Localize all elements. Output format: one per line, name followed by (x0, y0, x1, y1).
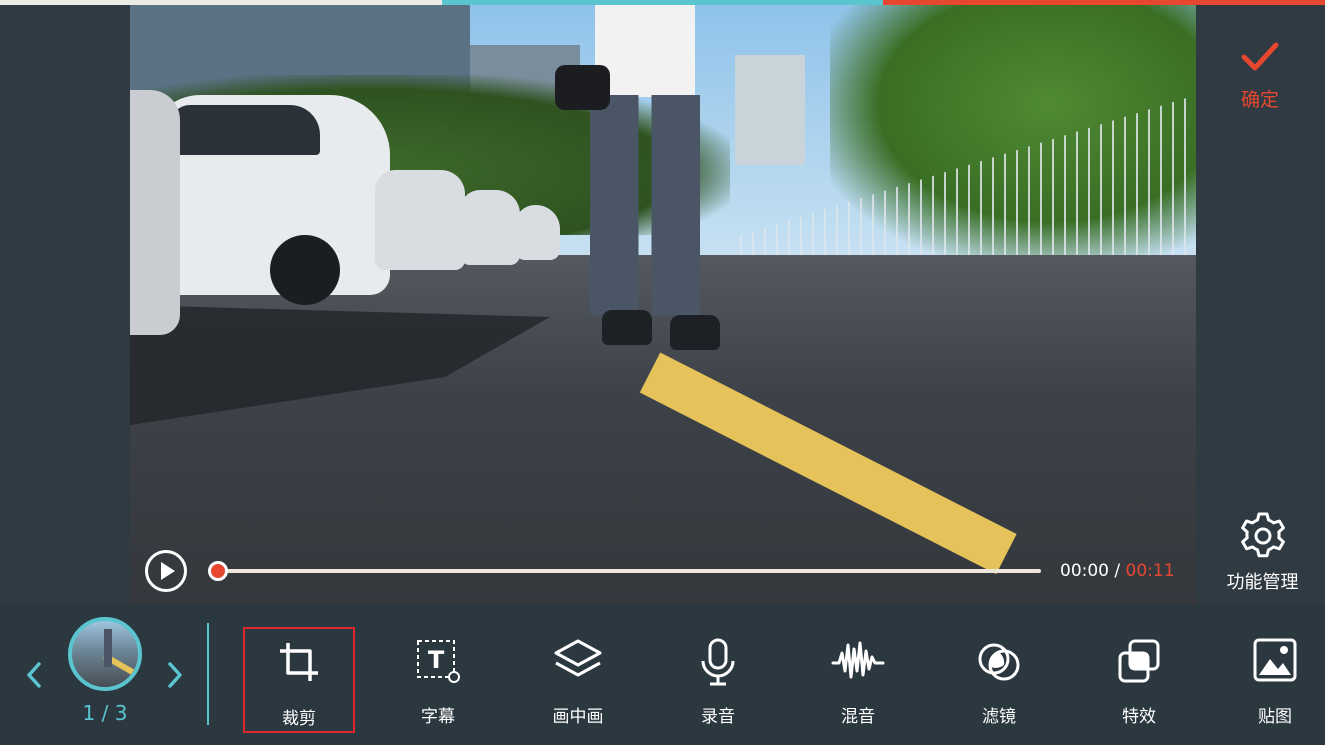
toolbar-divider (207, 623, 209, 725)
tool-effects[interactable]: 特效 (1083, 627, 1195, 733)
image-icon (1253, 638, 1297, 682)
tool-record[interactable]: 录音 (662, 627, 774, 733)
tool-sticker[interactable]: 贴图 (1225, 627, 1325, 733)
tool-label: 录音 (701, 707, 735, 727)
layers-icon (554, 639, 602, 677)
microphone-icon (701, 638, 735, 686)
function-manage-label: 功能管理 (1226, 572, 1299, 593)
progress-knob[interactable] (208, 561, 228, 581)
chevron-left-icon (27, 662, 41, 688)
tool-crop[interactable]: 裁剪 (243, 627, 355, 733)
tool-mix[interactable]: 混音 (802, 627, 914, 733)
tool-label: 裁剪 (282, 709, 316, 729)
tool-label: 混音 (841, 707, 875, 727)
tool-subtitle[interactable]: T 字幕 (382, 627, 494, 733)
video-person-legs (590, 95, 700, 315)
waveform-icon (831, 641, 885, 679)
current-time: 00:00 (1060, 561, 1109, 581)
next-clip-button[interactable] (163, 658, 187, 692)
text-icon: T (417, 640, 460, 683)
play-button[interactable] (145, 550, 187, 592)
tool-label: 滤镜 (982, 707, 1016, 727)
check-icon (1241, 42, 1279, 71)
progress-bar[interactable] (218, 569, 1041, 573)
confirm-button[interactable]: 确定 (1222, 35, 1298, 125)
time-display: 00:00 / 00:11 (1060, 561, 1175, 581)
tool-label: 贴图 (1258, 707, 1292, 727)
total-time: 00:11 (1125, 561, 1175, 581)
video-car (375, 170, 465, 270)
chevron-right-icon (168, 662, 182, 688)
effects-squares-icon (1118, 639, 1160, 683)
function-manage-button[interactable]: 功能管理 (1215, 510, 1310, 600)
tool-pip[interactable]: 画中画 (522, 627, 634, 733)
video-preview[interactable] (130, 5, 1196, 605)
video-shoe (602, 310, 652, 345)
svg-text:T: T (428, 646, 445, 674)
prev-clip-button[interactable] (22, 658, 46, 692)
tool-label: 字幕 (421, 707, 455, 727)
time-separator: / (1114, 561, 1121, 581)
gear-icon (1240, 512, 1285, 558)
tool-filter[interactable]: 滤镜 (943, 627, 1055, 733)
video-car (130, 90, 180, 335)
video-camera (555, 65, 610, 110)
filter-circles-icon (978, 643, 1020, 681)
video-building (735, 55, 805, 165)
clip-page-indicator: 1 / 3 (82, 701, 128, 725)
video-car (515, 205, 560, 260)
video-car (460, 190, 520, 265)
car-wheel (270, 235, 340, 305)
video-person (595, 5, 695, 97)
car-window (170, 105, 320, 155)
confirm-label: 确定 (1240, 89, 1279, 111)
thumb-person (104, 629, 112, 667)
tool-label: 画中画 (552, 707, 604, 727)
video-shoe (670, 315, 720, 350)
tool-label: 特效 (1122, 707, 1156, 727)
video-car (150, 95, 390, 305)
clip-thumbnail[interactable] (68, 617, 142, 691)
play-icon (161, 562, 175, 580)
crop-icon (280, 643, 318, 681)
